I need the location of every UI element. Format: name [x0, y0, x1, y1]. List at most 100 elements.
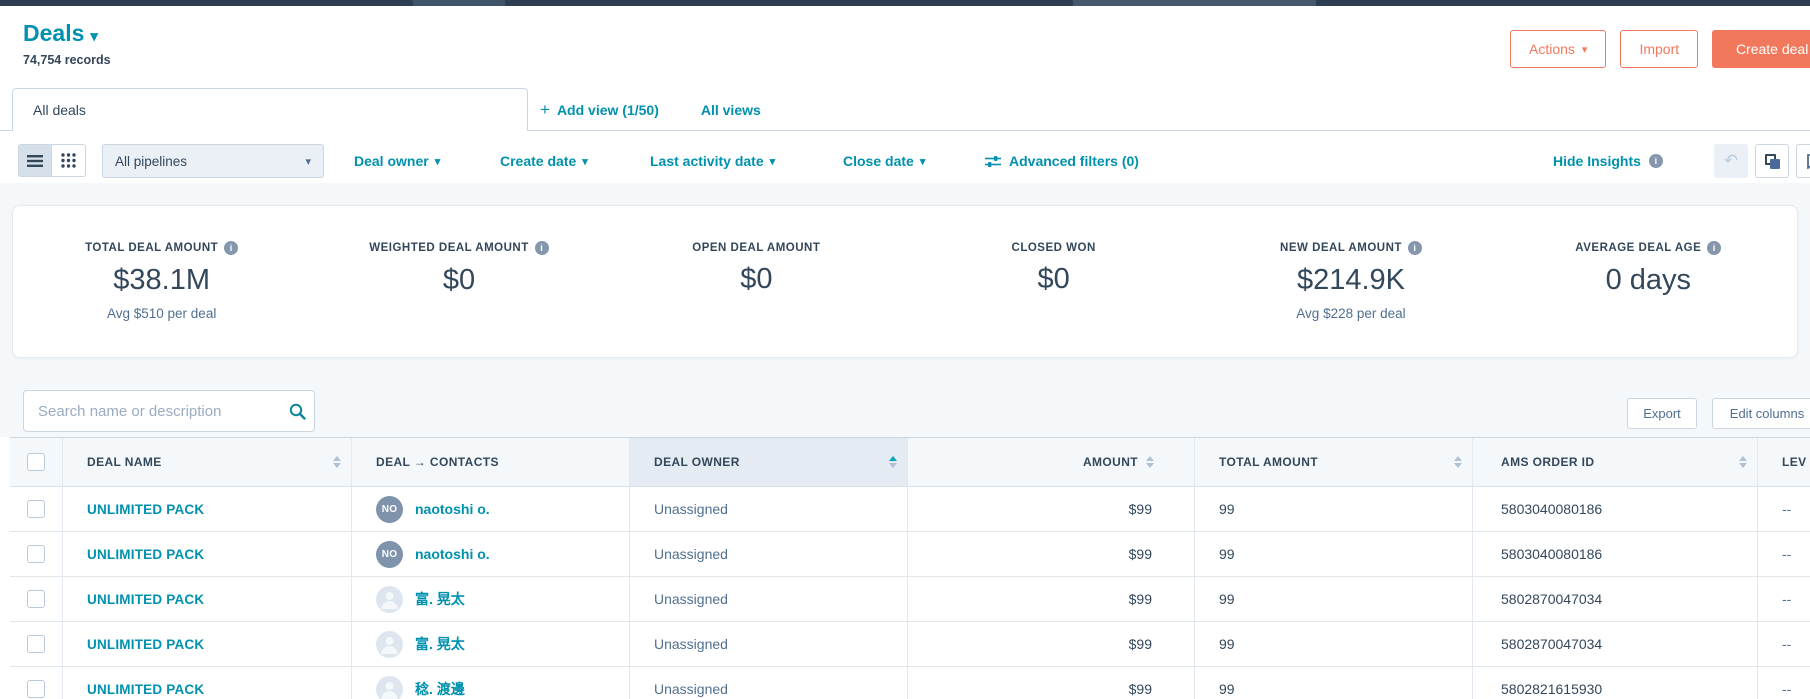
- edit-columns-button-label: Edit columns: [1730, 406, 1804, 421]
- chevron-down-icon: ▾: [920, 155, 926, 168]
- column-label: DEAL NAME: [87, 455, 162, 469]
- chevron-down-icon: ▾: [1582, 43, 1588, 56]
- sort-arrows-icon: [1739, 456, 1747, 468]
- add-view-link[interactable]: + Add view (1/50): [540, 100, 659, 120]
- stat-subtext: Avg $228 per deal: [1202, 306, 1499, 322]
- import-button[interactable]: Import: [1620, 30, 1698, 68]
- search-icon[interactable]: [280, 403, 314, 420]
- copy-icon: [1765, 154, 1780, 169]
- row-checkbox[interactable]: [27, 590, 45, 608]
- deal-name-link[interactable]: UNLIMITED PACK: [87, 637, 204, 652]
- contact-link[interactable]: naotoshi o.: [415, 501, 490, 517]
- advanced-filters-button[interactable]: Advanced filters (0): [985, 144, 1139, 178]
- column-header-ams-order-id[interactable]: AMS ORDER ID: [1473, 438, 1758, 486]
- stat-label: WEIGHTED DEAL AMOUNT: [369, 242, 529, 254]
- info-icon[interactable]: i: [1649, 154, 1663, 168]
- stat-weighted-deal-amount: WEIGHTED DEAL AMOUNT i $0: [310, 241, 607, 322]
- ams-order-id-cell: 5803040080186: [1501, 546, 1602, 562]
- export-button[interactable]: Export: [1627, 398, 1697, 429]
- amount-cell: $99: [1129, 636, 1152, 652]
- deal-name-link[interactable]: UNLIMITED PACK: [87, 547, 204, 562]
- undo-button[interactable]: ↶: [1714, 144, 1748, 178]
- edit-columns-button[interactable]: Edit columns: [1712, 398, 1810, 429]
- ams-order-id-cell: 5802870047034: [1501, 636, 1602, 652]
- table-row: UNLIMITED PACK 富. 晃太 Unassigned $99 99 5…: [10, 622, 1810, 667]
- column-header-deal-contacts[interactable]: DEAL → CONTACTS: [352, 438, 630, 486]
- save-view-button[interactable]: [1796, 144, 1810, 178]
- stat-value: $0: [608, 263, 905, 296]
- row-checkbox[interactable]: [27, 545, 45, 563]
- create-deal-button[interactable]: Create deal: [1712, 30, 1810, 68]
- stat-value: 0 days: [1500, 264, 1797, 297]
- stat-subtext: [1500, 306, 1797, 322]
- lev-cell: --: [1782, 681, 1791, 697]
- filter-close-date-label: Close date: [843, 153, 914, 169]
- info-icon[interactable]: i: [224, 241, 238, 255]
- deal-name-link[interactable]: UNLIMITED PACK: [87, 682, 204, 697]
- filter-deal-owner[interactable]: Deal owner▾: [354, 144, 440, 178]
- column-label: TOTAL AMOUNT: [1219, 455, 1318, 469]
- lev-cell: --: [1782, 501, 1791, 517]
- stat-new-deal-amount: NEW DEAL AMOUNTi $214.9K Avg $228 per de…: [1202, 241, 1499, 322]
- chevron-down-icon: ▾: [582, 155, 588, 168]
- row-checkbox[interactable]: [27, 635, 45, 653]
- grid-icon: [61, 153, 76, 168]
- select-all-checkbox[interactable]: [27, 453, 45, 471]
- column-header-total-amount[interactable]: TOTAL AMOUNT: [1195, 438, 1473, 486]
- avatar: NO: [376, 496, 403, 523]
- chevron-down-icon: ▾: [90, 28, 98, 45]
- column-header-deal-name[interactable]: DEAL NAME: [63, 438, 352, 486]
- clone-view-button[interactable]: [1755, 144, 1789, 178]
- add-view-label: Add view (1/50): [557, 102, 659, 118]
- actions-button[interactable]: Actions ▾: [1510, 30, 1606, 68]
- contact-link[interactable]: naotoshi o.: [415, 546, 490, 562]
- page-title[interactable]: Deals▾: [23, 20, 98, 47]
- info-icon[interactable]: i: [1408, 241, 1422, 255]
- chevron-down-icon: ▾: [435, 155, 441, 168]
- column-header-deal-owner[interactable]: DEAL OWNER: [630, 438, 908, 486]
- top-chrome-bar: [0, 0, 1810, 6]
- person-icon: [376, 631, 403, 658]
- deal-name-link[interactable]: UNLIMITED PACK: [87, 592, 204, 607]
- avatar-placeholder: [376, 676, 403, 699]
- deal-name-link[interactable]: UNLIMITED PACK: [87, 502, 204, 517]
- stat-value: $0: [310, 264, 607, 297]
- sort-arrows-icon: [1146, 456, 1154, 468]
- stat-value: $0: [905, 263, 1202, 296]
- stat-value: $214.9K: [1202, 264, 1499, 297]
- total-amount-cell: 99: [1219, 591, 1235, 607]
- hide-insights-link[interactable]: Hide Insights i: [1553, 144, 1663, 178]
- top-chrome-segment: [413, 0, 505, 6]
- info-icon[interactable]: i: [535, 241, 549, 255]
- insights-card: TOTAL DEAL AMOUNTi $38.1M Avg $510 per d…: [12, 205, 1798, 358]
- column-header-lev[interactable]: LEV: [1758, 438, 1810, 486]
- filter-close-date[interactable]: Close date ▾: [843, 144, 925, 178]
- filter-last-activity-date[interactable]: Last activity date▾: [650, 144, 775, 178]
- column-header-amount[interactable]: AMOUNT: [908, 438, 1195, 486]
- header-actions: Actions ▾ Import Create deal: [1510, 30, 1810, 68]
- board-view-button[interactable]: [52, 144, 86, 177]
- advanced-filters-label: Advanced filters (0): [1009, 153, 1139, 169]
- row-checkbox[interactable]: [27, 680, 45, 698]
- contact-link[interactable]: 富. 晃太: [415, 634, 465, 654]
- filter-create-date[interactable]: Create date▾: [500, 144, 588, 178]
- contact-link[interactable]: 稔. 渡邊: [415, 679, 465, 699]
- pipeline-select-value: All pipelines: [115, 154, 187, 169]
- hide-insights-label: Hide Insights: [1553, 153, 1641, 169]
- contact-link[interactable]: 富. 晃太: [415, 589, 465, 609]
- list-view-button[interactable]: [18, 144, 52, 177]
- stat-subtext: [608, 305, 905, 321]
- row-checkbox[interactable]: [27, 500, 45, 518]
- tab-all-deals-label: All deals: [33, 102, 86, 118]
- info-icon[interactable]: i: [1707, 241, 1721, 255]
- lev-cell: --: [1782, 591, 1791, 607]
- deal-owner-cell: Unassigned: [654, 546, 728, 562]
- tab-all-deals[interactable]: All deals: [12, 88, 528, 131]
- all-views-link[interactable]: All views: [701, 102, 761, 118]
- pipeline-select[interactable]: All pipelines ▾: [102, 144, 324, 178]
- actions-button-label: Actions: [1529, 41, 1575, 57]
- ams-order-id-cell: 5802821615930: [1501, 681, 1602, 697]
- undo-icon: ↶: [1724, 151, 1738, 171]
- search-input[interactable]: [24, 403, 280, 420]
- filter-bar: All pipelines ▾ Deal owner▾ Create date▾…: [0, 131, 1810, 183]
